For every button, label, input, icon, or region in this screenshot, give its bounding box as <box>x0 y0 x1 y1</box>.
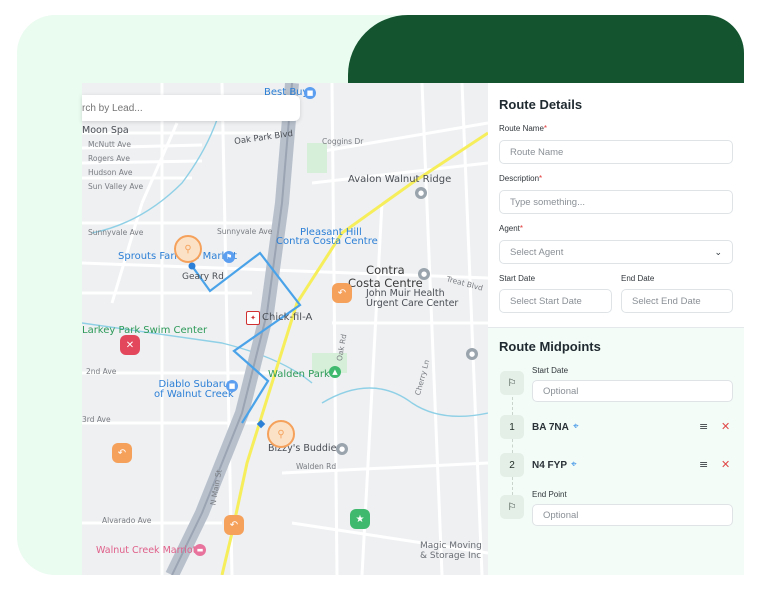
target-icon[interactable]: ⌖ <box>571 459 577 470</box>
description-label: Description* <box>499 174 543 183</box>
map-label-alvarado: Alvarado Ave <box>102 516 152 525</box>
hotel-marker-icon: ▬ <box>194 544 206 556</box>
route-name-label: Route Name* <box>499 124 548 133</box>
map-label-contra-costa: Contra Costa Centre <box>348 263 423 290</box>
map-label-magic-moving: Magic Moving & Storage Inc <box>420 541 482 561</box>
search-input[interactable] <box>82 95 282 121</box>
target-icon[interactable]: ⌖ <box>573 421 579 432</box>
end-point-label: End Point <box>532 490 567 499</box>
midpoint-index: 2 <box>500 453 524 477</box>
map-label-rogers: Rogers Ave <box>88 154 130 163</box>
map-label-geary: Geary Rd <box>182 272 224 282</box>
connector-line <box>512 439 513 453</box>
map-label-walden-park: Walden Park <box>268 369 330 380</box>
place-marker-icon: ● <box>466 348 478 360</box>
agent-label: Agent* <box>499 224 524 233</box>
midpoints-section-bg <box>488 327 744 575</box>
flag-icon: ⚐ <box>500 371 524 395</box>
chevron-down-icon: ⌄ <box>714 247 722 257</box>
park-marker-icon: ▲ <box>329 366 341 378</box>
map-label-ccc-station: Contra Costa Centre <box>276 236 378 247</box>
end-date-field[interactable]: Select End Date <box>621 289 733 313</box>
map-label-hudson: Hudson Ave <box>88 168 133 177</box>
flag-icon: ⚐ <box>500 495 524 519</box>
description-placeholder: Type something... <box>510 196 585 208</box>
location-pin-icon[interactable]: ↶ <box>224 515 244 535</box>
map-label-avalon: Avalon Walnut Ridge <box>348 174 452 185</box>
map-label-walden-rd: Walden Rd <box>296 462 337 471</box>
drag-handle-icon[interactable]: ≡ <box>699 458 708 471</box>
connector-line <box>512 397 513 415</box>
end-date-placeholder: Select End Date <box>632 295 701 307</box>
search-box[interactable] <box>82 95 300 121</box>
start-date-field[interactable]: Select Start Date <box>499 289 612 313</box>
description-field[interactable]: Type something... <box>499 190 733 214</box>
midpoint-name: N4 FYP <box>532 460 568 471</box>
close-icon[interactable]: ✕ <box>721 458 730 471</box>
map-label-john-muir: John Muir Health Urgent Care Center <box>366 288 459 309</box>
map-label-sunnyvale-2: Sunnyvale Ave <box>217 227 273 236</box>
map-label-marriott: Walnut Creek Marriott <box>96 545 201 556</box>
location-pin-icon[interactable]: ⚲ <box>174 235 202 263</box>
start-label: Start Date <box>532 366 569 375</box>
end-point-placeholder: Optional <box>543 509 579 521</box>
start-point-field[interactable]: Optional <box>532 380 733 402</box>
midpoint-name: BA 7NA <box>532 422 569 433</box>
map-label-larkey: Larkey Park Swim Center <box>82 325 208 336</box>
restaurant-marker-icon: ✦ <box>246 311 260 325</box>
location-pin-icon[interactable]: ★ <box>350 509 370 529</box>
start-date-label: Start Date <box>499 274 536 283</box>
map-label-2nd-ave: 2nd Ave <box>86 367 117 376</box>
map-label-diablo: Diablo Subaru of Walnut Creek <box>154 379 234 400</box>
background-accent <box>348 15 744 87</box>
route-name-placeholder: Route Name <box>510 146 564 158</box>
map-view[interactable]: Best Buy Moon Spa McNutt Ave Rogers Ave … <box>82 83 488 575</box>
map-label-moon-spa: Moon Spa <box>82 125 129 136</box>
route-details-title: Route Details <box>499 97 583 112</box>
place-marker-icon: ● <box>415 187 427 199</box>
connector-line <box>512 477 513 495</box>
route-midpoints-title: Route Midpoints <box>499 339 601 354</box>
start-point-placeholder: Optional <box>543 385 579 397</box>
map-label-sun-valley: Sun Valley Ave <box>88 182 144 191</box>
drag-handle-icon[interactable]: ≡ <box>699 420 708 433</box>
map-label-coggins: Coggins Dr <box>322 137 364 146</box>
shopping-bag-icon: ■ <box>226 380 238 392</box>
location-pin-icon[interactable]: ↶ <box>332 283 352 303</box>
map-label-chick: Chick-fil-A <box>262 312 313 323</box>
close-icon[interactable]: ✕ <box>721 420 730 433</box>
location-pin-icon[interactable]: ↶ <box>112 443 132 463</box>
map-label-mcnutt: McNutt Ave <box>88 140 131 149</box>
flag-marker-icon: ⚑ <box>223 251 235 263</box>
map-label-3rd-ave: 3rd Ave <box>82 415 111 424</box>
midpoint-index: 1 <box>500 415 524 439</box>
agent-select[interactable]: Select Agent ⌄ <box>499 240 733 264</box>
divider <box>488 327 744 328</box>
shopping-bag-icon: ■ <box>304 87 316 99</box>
location-pin-icon[interactable]: ⚲ <box>267 420 295 448</box>
place-marker-icon: ● <box>336 443 348 455</box>
map-label-sunnyvale-1: Sunnyvale Ave <box>88 228 144 237</box>
end-point-field[interactable]: Optional <box>532 504 733 526</box>
location-pin-icon[interactable]: ✕ <box>120 335 140 355</box>
start-date-placeholder: Select Start Date <box>510 295 582 307</box>
route-name-field[interactable]: Route Name <box>499 140 733 164</box>
route-details-panel: Route Details Route Name* Route Name Des… <box>488 83 744 575</box>
agent-placeholder: Select Agent <box>510 246 564 258</box>
end-date-label: End Date <box>621 274 655 283</box>
place-marker-icon: ● <box>418 268 430 280</box>
